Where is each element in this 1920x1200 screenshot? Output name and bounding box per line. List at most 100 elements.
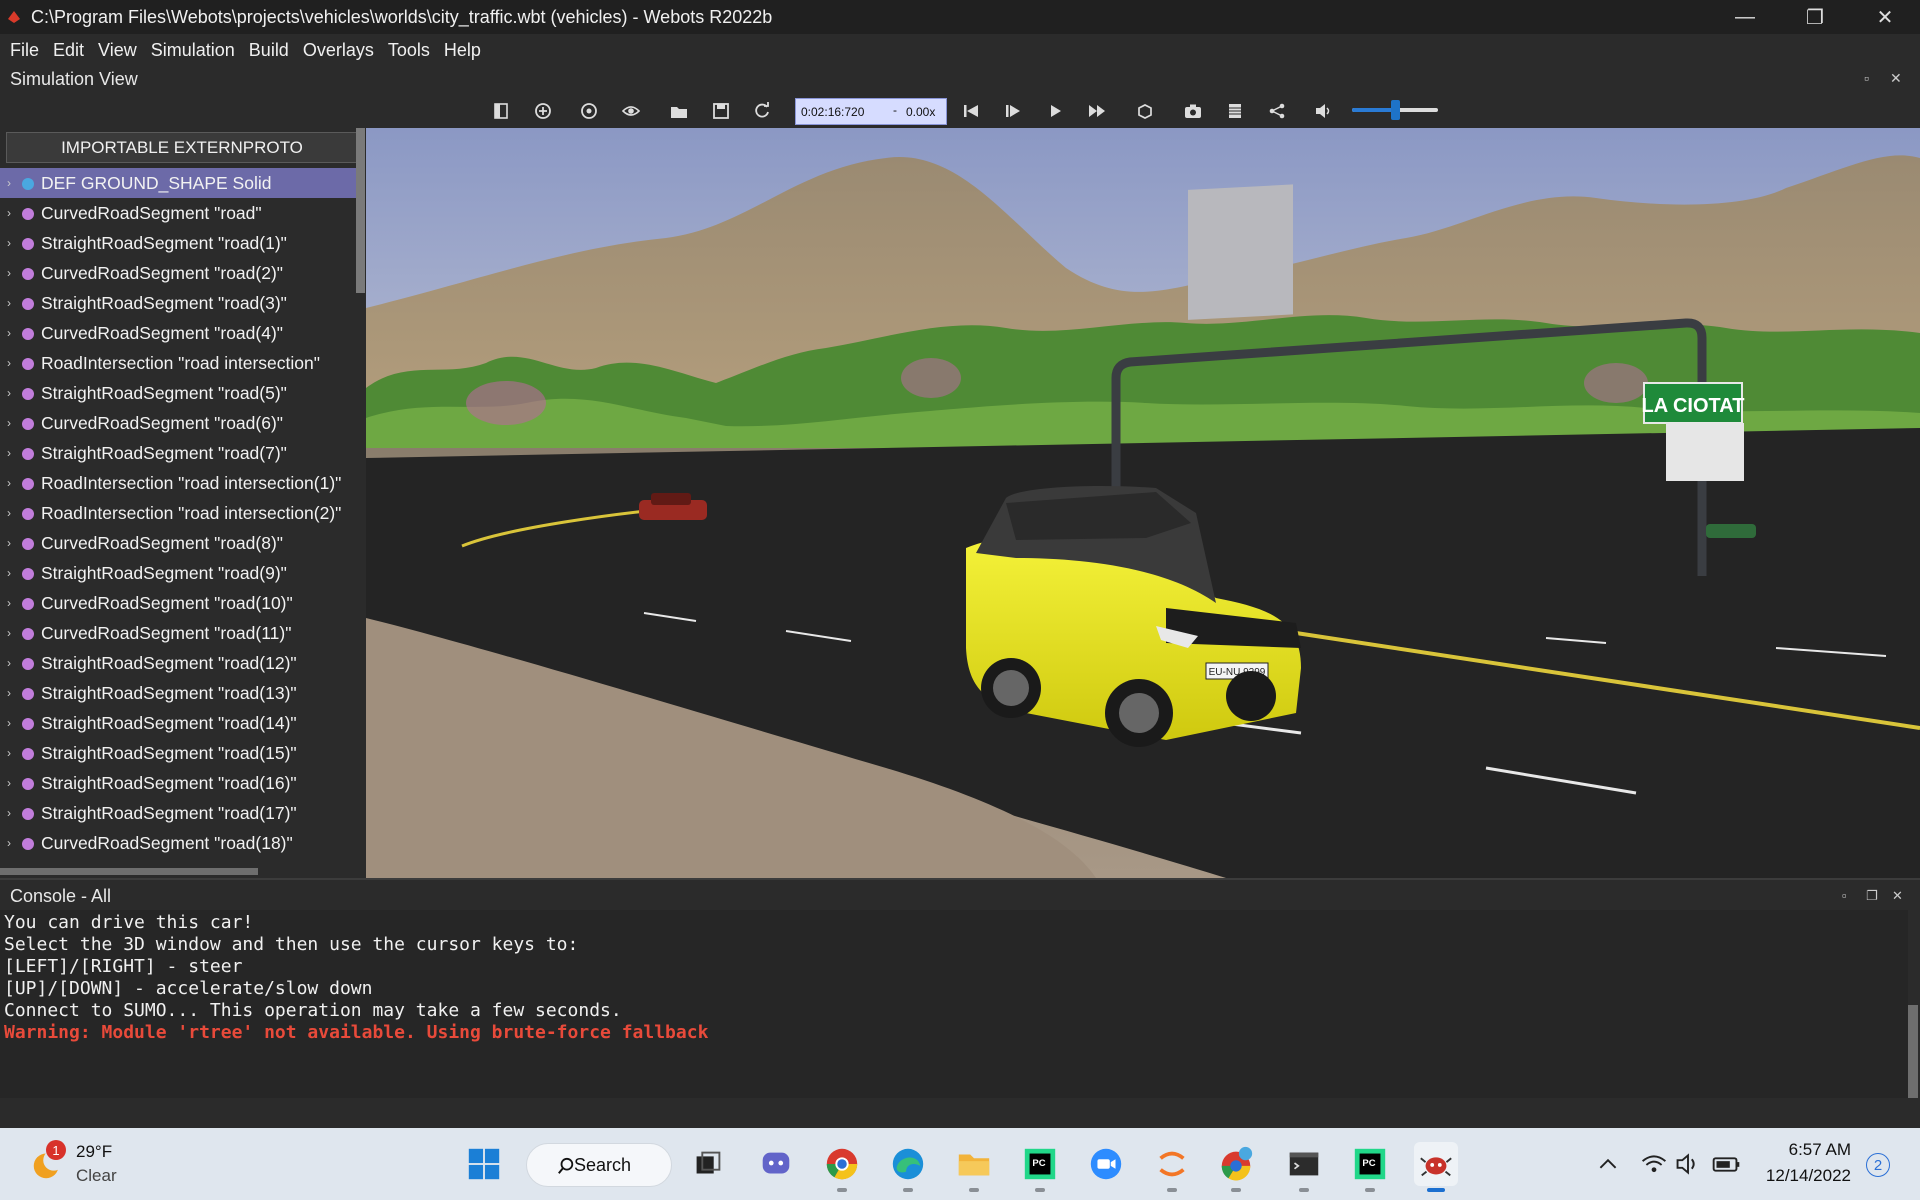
float-console-icon[interactable]: ❐ (1866, 888, 1878, 904)
scene-tree-node[interactable]: › CurvedRoadSegment "road(8)" (0, 528, 356, 558)
start-button[interactable] (462, 1142, 506, 1186)
chrome-profile-app[interactable] (1214, 1142, 1258, 1192)
task-view-button[interactable] (686, 1142, 730, 1186)
scene-tree-node[interactable]: › StraightRoadSegment "road(12)" (0, 648, 356, 678)
close-panel-icon[interactable]: ✕ (1890, 70, 1902, 87)
expand-arrow-icon[interactable]: › (7, 356, 11, 370)
scene-tree-node[interactable]: › StraightRoadSegment "road(1)" (0, 228, 356, 258)
scene-tree-node[interactable]: › StraightRoadSegment "road(9)" (0, 558, 356, 588)
open-world-button[interactable] (666, 98, 692, 124)
clock-date[interactable]: 12/14/2022 (1763, 1166, 1851, 1186)
expand-arrow-icon[interactable]: › (7, 626, 11, 640)
scene-tree-node[interactable]: › StraightRoadSegment "road(15)" (0, 738, 356, 768)
scene-tree-node[interactable]: › StraightRoadSegment "road(3)" (0, 288, 356, 318)
webots-app[interactable] (1414, 1142, 1458, 1192)
menu-simulation[interactable]: Simulation (144, 40, 242, 61)
rendering-toggle-button[interactable] (1132, 98, 1158, 124)
expand-arrow-icon[interactable]: › (7, 716, 11, 730)
expand-arrow-icon[interactable]: › (7, 206, 11, 220)
play-button[interactable] (1042, 98, 1068, 124)
add-node-button[interactable] (530, 98, 556, 124)
minimize-button[interactable]: — (1710, 0, 1780, 34)
toggle-scene-tree-button[interactable] (488, 98, 514, 124)
chrome-app[interactable] (820, 1142, 864, 1192)
expand-arrow-icon[interactable]: › (7, 836, 11, 850)
expand-arrow-icon[interactable]: › (7, 416, 11, 430)
menu-edit[interactable]: Edit (46, 40, 91, 61)
show-hidden-icons-button[interactable] (1586, 1142, 1630, 1186)
expand-arrow-icon[interactable]: › (7, 746, 11, 760)
mute-button[interactable] (1310, 98, 1336, 124)
reload-world-button[interactable] (749, 98, 775, 124)
expand-arrow-icon[interactable]: › (7, 686, 11, 700)
zoom-app[interactable] (1084, 1142, 1128, 1186)
scene-tree-horizontal-scrollbar[interactable] (0, 868, 258, 875)
menu-help[interactable]: Help (437, 40, 488, 61)
expand-arrow-icon[interactable]: › (7, 596, 11, 610)
teams-chat-button[interactable] (754, 1142, 798, 1186)
expand-arrow-icon[interactable]: › (7, 386, 11, 400)
volume-slider-handle[interactable] (1391, 100, 1400, 120)
console-output[interactable]: You can drive this car! Select the 3D wi… (0, 910, 1908, 1098)
scene-tree-scrollbar[interactable] (356, 128, 365, 293)
importable-externproto-button[interactable]: IMPORTABLE EXTERNPROTO (6, 132, 358, 163)
jupyter-app[interactable] (1150, 1142, 1194, 1192)
scene-tree-node[interactable]: › CurvedRoadSegment "road" (0, 198, 356, 228)
screenshot-button[interactable] (1180, 98, 1206, 124)
share-button[interactable] (1264, 98, 1290, 124)
scene-tree-node[interactable]: › StraightRoadSegment "road(16)" (0, 768, 356, 798)
menu-build[interactable]: Build (242, 40, 296, 61)
scene-tree-node[interactable]: › StraightRoadSegment "road(13)" (0, 678, 356, 708)
expand-arrow-icon[interactable]: › (7, 326, 11, 340)
scene-tree-node[interactable]: › RoadIntersection "road intersection(2)" (0, 498, 356, 528)
view-options-button[interactable] (618, 98, 644, 124)
expand-arrow-icon[interactable]: › (7, 446, 11, 460)
step-button[interactable] (1000, 98, 1026, 124)
reset-viewpoint-button[interactable] (576, 98, 602, 124)
scene-tree-node[interactable]: › StraightRoadSegment "road(7)" (0, 438, 356, 468)
scene-tree-node[interactable]: › StraightRoadSegment "road(14)" (0, 708, 356, 738)
expand-arrow-icon[interactable]: › (7, 566, 11, 580)
float-panel-icon[interactable]: ▫ (1864, 70, 1869, 86)
record-movie-button[interactable] (1222, 98, 1248, 124)
save-world-button[interactable] (708, 98, 734, 124)
console-scrollbar[interactable] (1908, 1005, 1918, 1098)
expand-arrow-icon[interactable]: › (7, 176, 11, 190)
3d-viewport[interactable]: LA CIOTAT EU-NU 9299 (366, 128, 1920, 878)
menu-file[interactable]: File (3, 40, 46, 61)
scene-tree-node[interactable]: › CurvedRoadSegment "road(10)" (0, 588, 356, 618)
battery-button[interactable] (1704, 1142, 1748, 1186)
menu-view[interactable]: View (91, 40, 144, 61)
file-explorer-app[interactable] (952, 1142, 996, 1192)
scene-tree-node[interactable]: › CurvedRoadSegment "road(6)" (0, 408, 356, 438)
maximize-button[interactable]: ❐ (1780, 0, 1850, 34)
expand-arrow-icon[interactable]: › (7, 266, 11, 280)
fast-forward-button[interactable] (1084, 98, 1110, 124)
notification-count-badge[interactable]: 2 (1866, 1153, 1890, 1177)
menu-tools[interactable]: Tools (381, 40, 437, 61)
pycharm-app[interactable]: PC (1018, 1142, 1062, 1192)
expand-arrow-icon[interactable]: › (7, 536, 11, 550)
terminal-app[interactable] (1282, 1142, 1326, 1192)
expand-arrow-icon[interactable]: › (7, 806, 11, 820)
expand-arrow-icon[interactable]: › (7, 236, 11, 250)
scene-tree-node[interactable]: › DEF GROUND_SHAPE Solid (0, 168, 356, 198)
scene-tree-node[interactable]: › RoadIntersection "road intersection" (0, 348, 356, 378)
scene-tree-node[interactable]: › StraightRoadSegment "road(5)" (0, 378, 356, 408)
close-console-icon[interactable]: ✕ (1892, 888, 1903, 904)
pycharm-app-2[interactable]: PC (1348, 1142, 1392, 1192)
close-button[interactable]: ✕ (1850, 0, 1920, 34)
clock-time[interactable]: 6:57 AM (1763, 1140, 1851, 1160)
menu-overlays[interactable]: Overlays (296, 40, 381, 61)
scene-tree-node[interactable]: › CurvedRoadSegment "road(4)" (0, 318, 356, 348)
expand-arrow-icon[interactable]: › (7, 476, 11, 490)
scene-tree-node[interactable]: › CurvedRoadSegment "road(11)" (0, 618, 356, 648)
scene-tree-node[interactable]: › CurvedRoadSegment "road(2)" (0, 258, 356, 288)
minimize-console-icon[interactable]: ▫ (1842, 888, 1847, 903)
taskbar-search[interactable]: Search (526, 1143, 672, 1187)
scene-tree-node[interactable]: › StraightRoadSegment "road(17)" (0, 798, 356, 828)
expand-arrow-icon[interactable]: › (7, 296, 11, 310)
expand-arrow-icon[interactable]: › (7, 776, 11, 790)
edge-app[interactable] (886, 1142, 930, 1192)
scene-tree-node[interactable]: › RoadIntersection "road intersection(1)" (0, 468, 356, 498)
